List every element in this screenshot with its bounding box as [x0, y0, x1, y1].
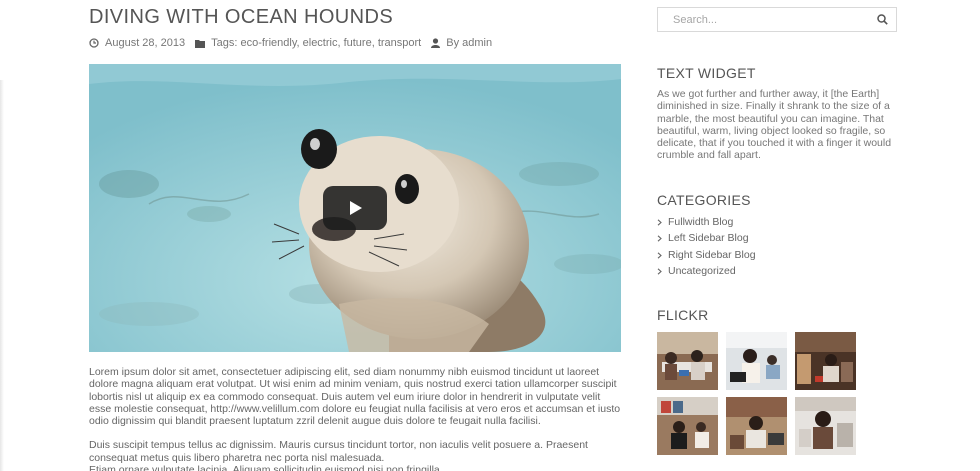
play-icon: [350, 201, 362, 215]
play-button[interactable]: [323, 186, 387, 230]
post-paragraph: Duis suscipit tempus tellus ac dignissim…: [89, 439, 588, 471]
post-meta: August 28, 2013 Tags: eco-friendly, elec…: [89, 35, 621, 51]
chevron-right-icon: [657, 268, 665, 275]
meta-author: By admin: [431, 35, 492, 51]
folder-icon: [195, 39, 206, 48]
category-label[interactable]: Left Sidebar Blog: [668, 230, 749, 247]
flickr-thumbnail[interactable]: [795, 331, 856, 390]
post-title[interactable]: DIVING WITH OCEAN HOUNDS: [89, 5, 621, 29]
clock-icon: [89, 38, 99, 48]
chevron-right-icon: [657, 235, 665, 242]
chevron-right-icon: [657, 251, 665, 259]
search-form: [657, 7, 897, 32]
post-paragraph: Lorem ipsum dolor sit amet, consectetuer…: [89, 366, 621, 428]
sidebar: TEXT WIDGET As we got further and furthe…: [657, 0, 897, 471]
flickr-thumbnail[interactable]: [657, 396, 718, 455]
categories-title: CATEGORIES: [657, 191, 751, 208]
post-tags[interactable]: Tags: eco-friendly, electric, future, tr…: [211, 35, 421, 51]
category-label[interactable]: Right Sidebar Blog: [668, 247, 756, 264]
flickr-grid: [657, 331, 897, 455]
categories-list: Fullwidth Blog Left Sidebar Blog Right S…: [657, 214, 897, 280]
search-icon[interactable]: [877, 14, 888, 25]
category-item-uncategorized[interactable]: Uncategorized: [657, 263, 897, 280]
page-edge-shadow: [0, 80, 4, 471]
flickr-thumbnail[interactable]: [726, 396, 787, 455]
search-input[interactable]: [673, 13, 863, 26]
meta-date: August 28, 2013: [89, 35, 185, 51]
post-body: Lorem ipsum dolor sit amet, consectetuer…: [89, 366, 621, 471]
category-item-left-sidebar-blog[interactable]: Left Sidebar Blog: [657, 230, 897, 247]
chevron-right-icon: [657, 218, 665, 226]
flickr-thumbnail[interactable]: [726, 331, 787, 390]
main-content: DIVING WITH OCEAN HOUNDS August 28, 2013…: [89, 0, 621, 471]
flickr-thumbnail[interactable]: [795, 396, 856, 455]
post-date: August 28, 2013: [105, 37, 186, 49]
category-label[interactable]: Fullwidth Blog: [668, 214, 733, 231]
category-item-fullwidth-blog[interactable]: Fullwidth Blog: [657, 214, 897, 231]
flickr-thumbnail[interactable]: [657, 331, 718, 390]
post-author[interactable]: By admin: [446, 35, 492, 51]
category-label[interactable]: Uncategorized: [668, 263, 736, 280]
meta-tags: Tags: eco-friendly, electric, future, tr…: [195, 35, 421, 51]
user-icon: [431, 38, 441, 48]
text-widget-body: As we got further and further away, it […: [657, 88, 892, 162]
category-item-right-sidebar-blog[interactable]: Right Sidebar Blog: [657, 247, 897, 264]
video-player[interactable]: [89, 64, 621, 352]
flickr-title: FLICKR: [657, 306, 709, 323]
text-widget-title: TEXT WIDGET: [657, 65, 756, 81]
